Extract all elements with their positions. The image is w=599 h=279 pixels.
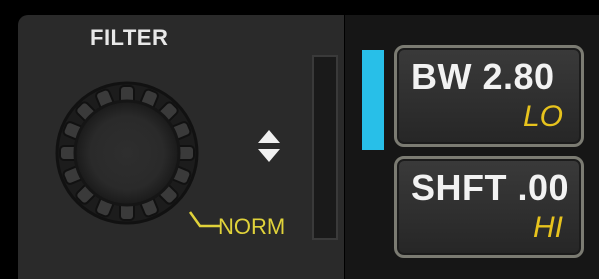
- bandwidth-button[interactable]: BW 2.80 LO: [394, 45, 584, 147]
- filter-knob[interactable]: [52, 78, 202, 228]
- filter-divider-strip: [312, 55, 338, 240]
- shift-range: HI: [533, 211, 563, 244]
- filter-control-frame: FILTER NORM BW 2.80 LO SHFT .00 HI: [0, 0, 599, 279]
- norm-pointer-icon: [188, 211, 220, 228]
- active-indicator: [362, 50, 384, 150]
- filter-title: FILTER: [90, 25, 169, 50]
- shift-button[interactable]: SHFT .00 HI: [394, 156, 584, 258]
- bandwidth-value: BW 2.80: [411, 56, 555, 97]
- bandwidth-range: LO: [522, 100, 563, 133]
- shift-value: SHFT .00: [411, 167, 570, 208]
- filter-mode-label: NORM: [218, 214, 286, 239]
- up-down-arrows-icon[interactable]: [256, 128, 282, 164]
